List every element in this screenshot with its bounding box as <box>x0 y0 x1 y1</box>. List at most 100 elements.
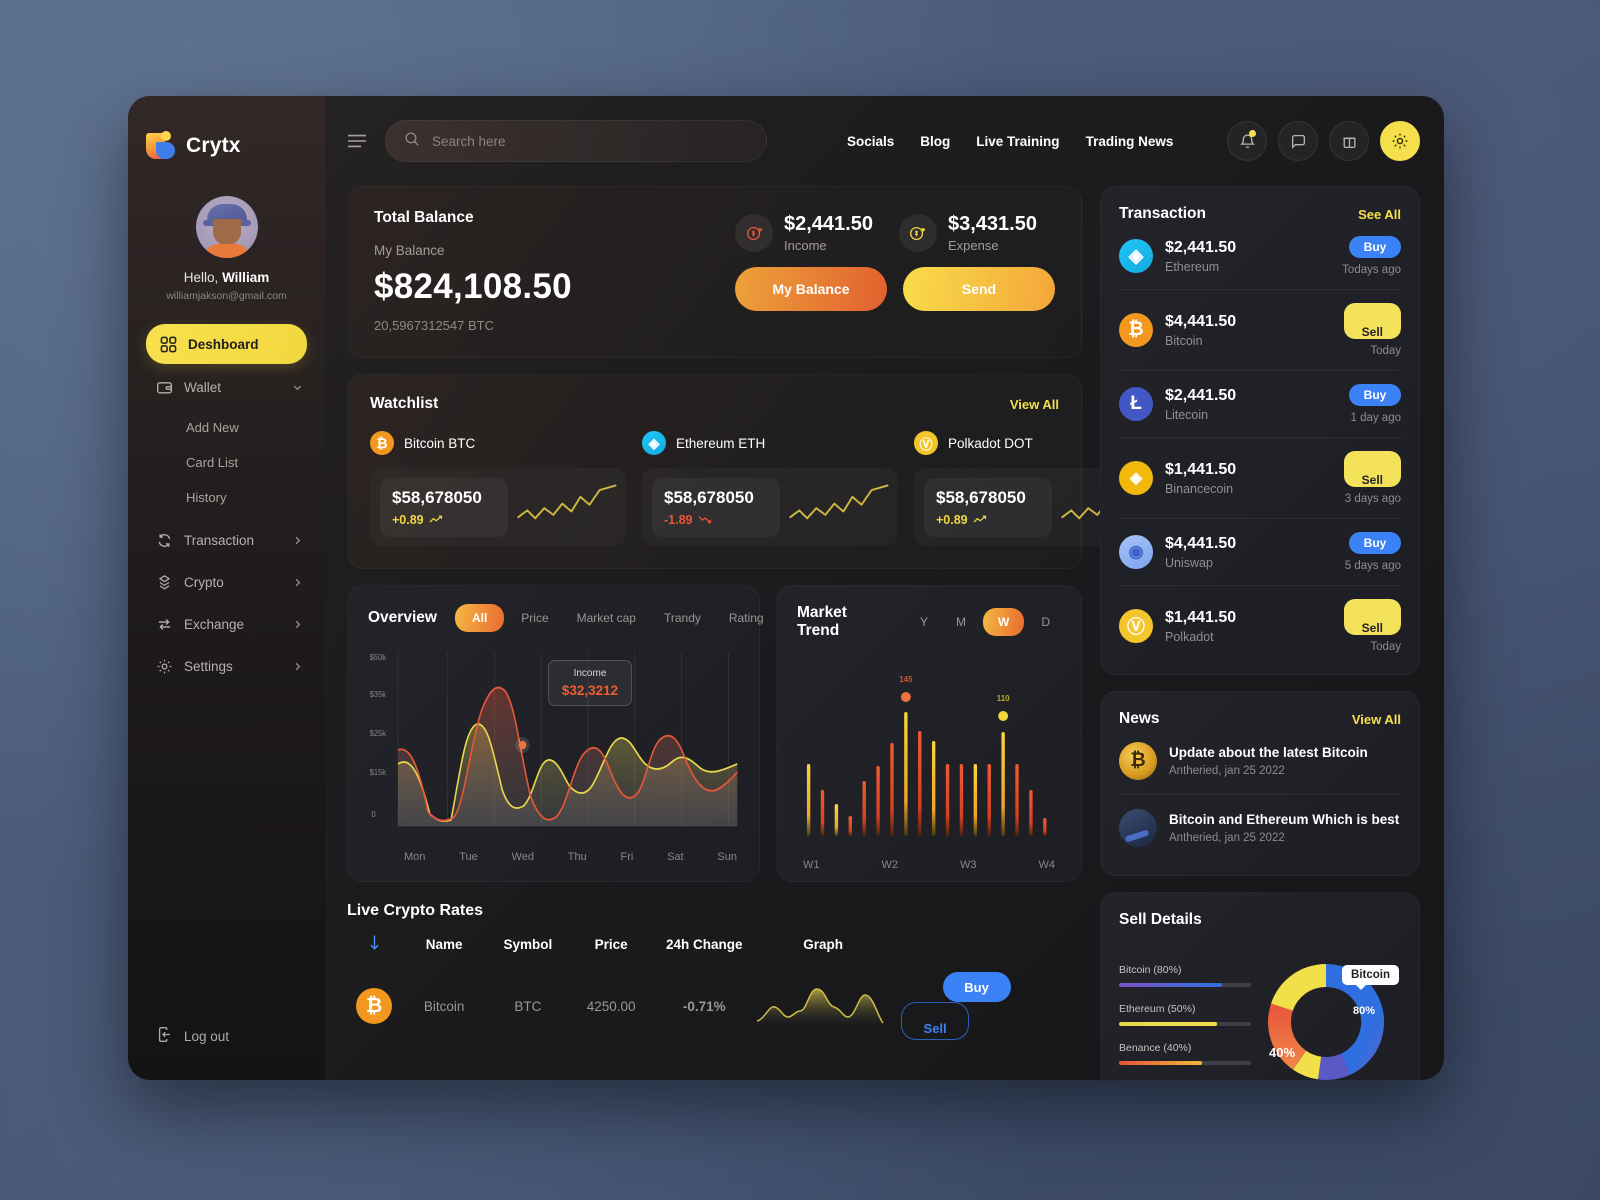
balance-title: Total Balance <box>374 209 474 226</box>
txn-coin-name: Litecoin <box>1165 407 1209 422</box>
row-actions: Buy Sell <box>891 960 1062 1040</box>
news-card: News View All ₿ Update about the latest … <box>1100 691 1420 876</box>
top-icon-group <box>1227 121 1420 161</box>
market-trend-card: Market Trend Y M W D 145 110 W1 W2 W3 W4 <box>776 585 1082 882</box>
table-row[interactable]: ◈ $1,441.50 Binancecoin Sell 3 days ago <box>1119 438 1401 519</box>
avatar[interactable] <box>195 196 258 258</box>
my-balance-button[interactable]: My Balance <box>735 267 887 311</box>
table-row[interactable]: ◉ $4,441.50 Uniswap Buy 5 days ago <box>1119 519 1401 586</box>
table-row[interactable]: ₿ Bitcoin BTC 4250.00 -0.71% Buy Sell <box>347 960 1062 1040</box>
tab-week[interactable]: W <box>983 608 1025 636</box>
donut-label-80: 80% <box>1352 1005 1375 1017</box>
trend-down-icon <box>697 513 714 527</box>
tab-trandy[interactable]: Trandy <box>653 605 712 631</box>
topnav-trading-news[interactable]: Trading News <box>1086 134 1174 149</box>
sidebar-item-card-list[interactable]: Card List <box>146 445 307 480</box>
income-value: $2,441.50 <box>784 213 873 235</box>
txn-time: 5 days ago <box>1344 560 1401 572</box>
market-trend-marker-mid <box>998 711 1009 721</box>
donut-slice-ethereum <box>1271 964 1326 1011</box>
watchlist-view-all[interactable]: View All <box>1010 397 1059 412</box>
topnav-socials[interactable]: Socials <box>847 134 894 149</box>
watchlist-grid: ₿ Bitcoin BTC $58,678050 +0.89 ◈ Ethereu… <box>370 431 1161 546</box>
exchange-icon <box>156 616 173 633</box>
hamburger-menu-icon[interactable] <box>347 134 367 148</box>
polkadot-icon: Ⓥ <box>914 431 938 455</box>
table-row[interactable]: Ł $2,441.50 Litecoin Buy 1 day ago <box>1119 371 1401 438</box>
legend-label: Benance (40%) <box>1119 1041 1192 1054</box>
table-row[interactable]: ◈ $2,441.50 Ethereum Buy Todays ago <box>1119 223 1401 290</box>
status-badge: Buy <box>1349 532 1401 554</box>
tab-market-cap[interactable]: Market cap <box>566 605 647 631</box>
table-row[interactable]: Ⓥ $1,441.50 Polkadot Sell Today <box>1119 586 1401 666</box>
sidebar-item-crypto[interactable]: Crypto <box>146 563 307 601</box>
income-stat: $2,441.50 Income <box>735 213 873 253</box>
sidebar-item-settings[interactable]: Settings <box>146 647 307 685</box>
watchlist-item-change: +0.89 <box>936 513 1040 527</box>
topnav-live-training[interactable]: Live Training <box>976 134 1059 149</box>
news-view-all[interactable]: View All <box>1352 712 1401 727</box>
col-sort[interactable] <box>347 934 401 960</box>
tab-all[interactable]: All <box>454 604 505 632</box>
news-item-meta: Antheried, jan 25 2022 <box>1169 765 1285 777</box>
tab-price[interactable]: Price <box>510 605 559 631</box>
watchlist-item-ethereum[interactable]: ◈ Ethereum ETH $58,678050 -1.89 <box>642 431 898 546</box>
search-input[interactable] <box>432 133 748 149</box>
search-bar[interactable] <box>385 120 767 162</box>
sidebar-item-transaction[interactable]: Transaction <box>146 521 307 559</box>
news-item-title: Bitcoin and Ethereum Which is best <box>1169 812 1400 827</box>
settings-button[interactable] <box>1380 121 1420 161</box>
svg-text:$35k: $35k <box>370 690 387 700</box>
expense-stat: $3,431.50 Expense <box>898 213 1037 253</box>
transaction-see-all[interactable]: See All <box>1358 207 1401 222</box>
notifications-button[interactable] <box>1227 121 1267 161</box>
list-item[interactable]: Bitcoin and Ethereum Which is best Anthe… <box>1119 795 1401 861</box>
sell-details-title: Sell Details <box>1119 911 1202 928</box>
send-button[interactable]: Send <box>903 267 1055 311</box>
list-item[interactable]: ₿ Update about the latest Bitcoin Anther… <box>1119 728 1401 795</box>
row-price: 4250.00 <box>586 998 636 1014</box>
tab-month[interactable]: M <box>945 609 977 635</box>
sell-button[interactable]: Sell <box>901 1002 970 1040</box>
row-change: -0.71% <box>682 998 726 1014</box>
brand[interactable]: Crytx <box>128 96 325 170</box>
messages-button[interactable] <box>1278 121 1318 161</box>
chevron-right-icon <box>292 577 303 588</box>
txn-amount: $2,441.50 <box>1165 238 1237 256</box>
table-row[interactable]: ₿ $4,441.50 Bitcoin Sell Today <box>1119 290 1401 371</box>
donut-label-40: 40% <box>1269 1045 1296 1060</box>
watchlist-title: Watchlist <box>370 395 439 412</box>
legend-ethereum: Ethereum (50%) <box>1119 1003 1251 1026</box>
market-trend-svg: 145 110 <box>806 675 1047 836</box>
sidebar-item-history[interactable]: History <box>146 480 307 515</box>
tab-year[interactable]: Y <box>909 609 939 635</box>
sidebar-item-wallet[interactable]: Wallet <box>146 368 307 406</box>
sell-details-card: Sell Details Bitcoin (80%) Ethereum (50%… <box>1100 892 1420 1080</box>
news-thumbnail: ₿ <box>1119 742 1157 780</box>
txn-coin-name: Uniswap <box>1165 555 1213 570</box>
x-tick: Wed <box>511 851 534 863</box>
x-tick: W2 <box>881 859 899 871</box>
sidebar-item-add-new[interactable]: Add New <box>146 410 307 445</box>
gear-icon <box>156 658 173 675</box>
tab-rating[interactable]: Rating <box>718 605 775 631</box>
sidebar-item-label: Settings <box>184 658 233 674</box>
txn-time: Today <box>1370 641 1401 653</box>
sidebar-nav: Deshboard Wallet Add New Card List Histo… <box>128 324 325 1026</box>
watchlist-item-bitcoin[interactable]: ₿ Bitcoin BTC $58,678050 +0.89 <box>370 431 626 546</box>
txn-coin-name: Bitcoin <box>1165 333 1203 348</box>
total-balance-card: Total Balance My Balance $824,108.50 20,… <box>347 186 1082 358</box>
x-tick: Thu <box>567 851 587 863</box>
logout-button[interactable]: Log out <box>128 1026 325 1080</box>
buy-button[interactable]: Buy <box>942 972 1011 1002</box>
rewards-button[interactable] <box>1329 121 1369 161</box>
news-item-title: Update about the latest Bitcoin <box>1169 745 1368 760</box>
bitcoin-icon: ₿ <box>370 431 394 455</box>
txn-time: Today <box>1370 345 1401 357</box>
tab-day[interactable]: D <box>1030 609 1061 635</box>
change-value: -1.89 <box>664 512 693 527</box>
brand-name: Crytx <box>186 134 241 157</box>
sidebar-item-deshboard[interactable]: Deshboard <box>146 324 307 364</box>
sidebar-item-exchange[interactable]: Exchange <box>146 605 307 643</box>
topnav-blog[interactable]: Blog <box>920 134 950 149</box>
